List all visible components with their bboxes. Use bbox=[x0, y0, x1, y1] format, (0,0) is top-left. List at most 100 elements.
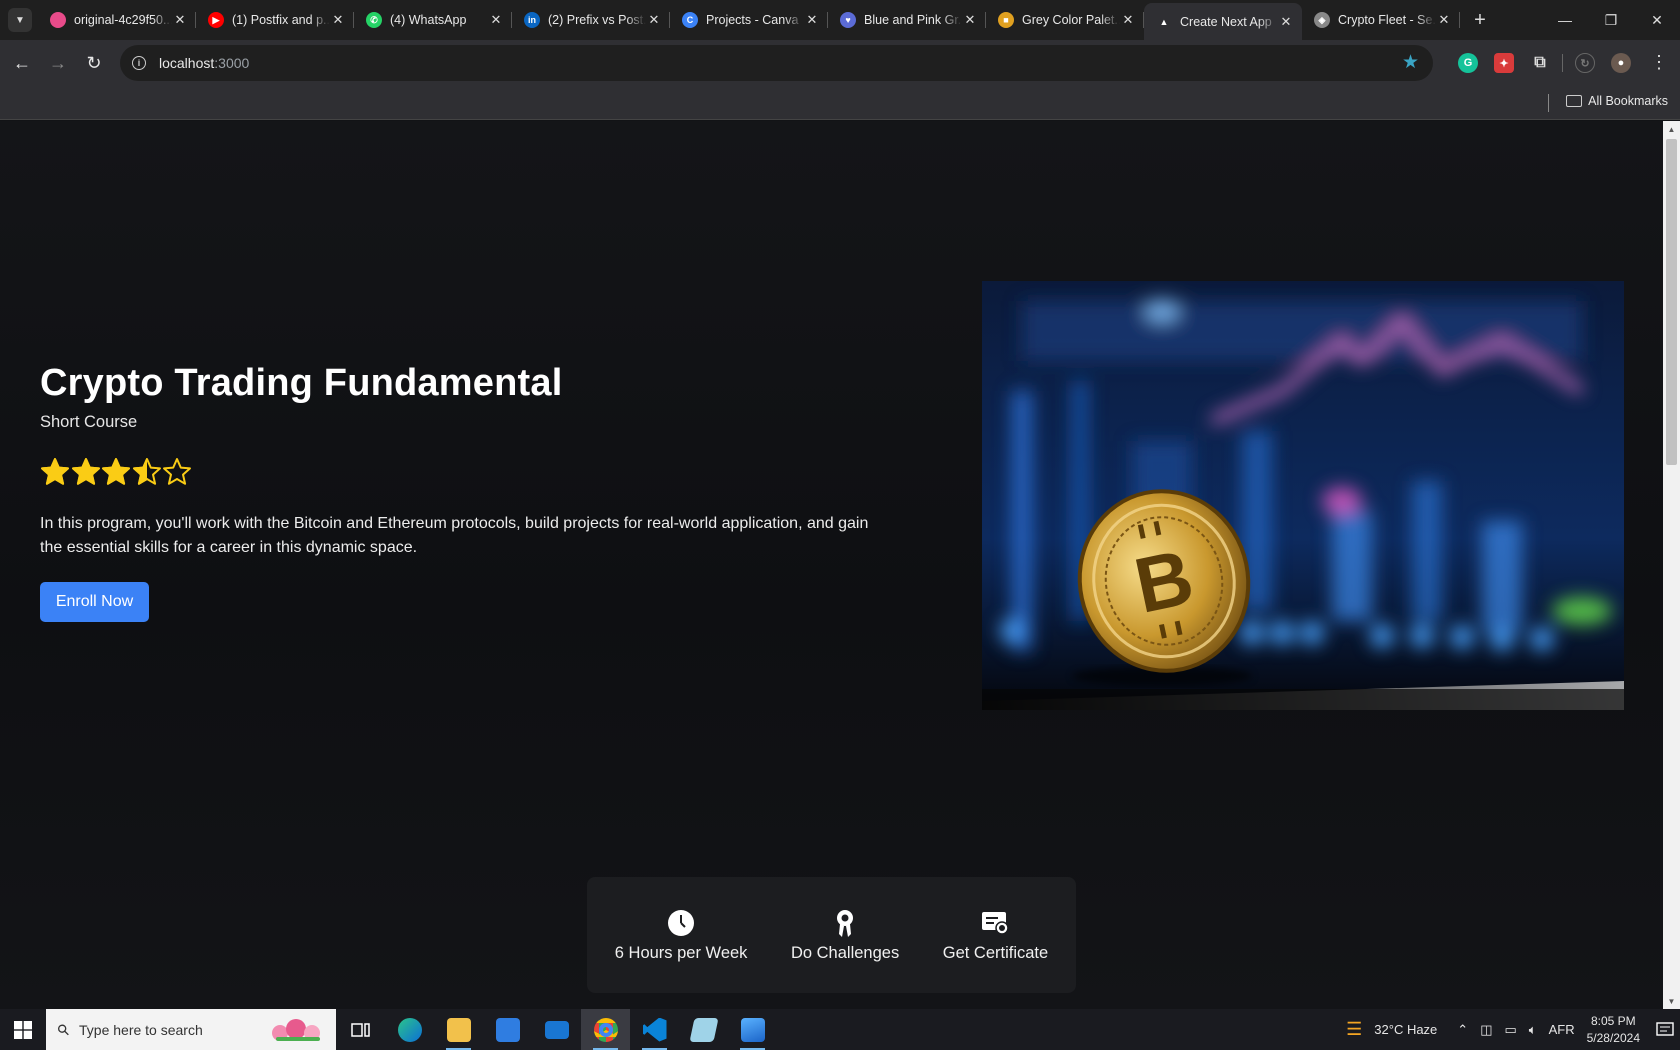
edge-icon bbox=[397, 1017, 422, 1042]
star-empty-icon bbox=[163, 458, 191, 485]
back-button[interactable]: ← bbox=[4, 45, 40, 81]
browser-tab[interactable]: C Projects - Canva ✕ bbox=[670, 3, 828, 37]
notepad-icon bbox=[688, 1017, 719, 1042]
forward-button[interactable]: → bbox=[40, 45, 76, 81]
windows-start-button[interactable] bbox=[0, 1009, 46, 1050]
meet-now-icon[interactable]: ◫ bbox=[1480, 1022, 1492, 1038]
chevron-up-icon[interactable]: ⌃ bbox=[1457, 1022, 1468, 1038]
notification-center-icon[interactable] bbox=[1650, 1009, 1680, 1050]
close-window-button[interactable]: ✕ bbox=[1634, 0, 1680, 40]
browser-menu-icon[interactable]: ⋮ bbox=[1650, 52, 1668, 73]
reload-button[interactable]: ↻ bbox=[76, 45, 112, 81]
puzzle-extensions-icon[interactable]: ⧉ bbox=[1530, 53, 1550, 73]
star-filled-icon bbox=[71, 458, 100, 485]
tab-close-icon[interactable]: ✕ bbox=[1120, 12, 1136, 28]
tab-title: (1) Postfix and p... bbox=[232, 13, 330, 27]
taskbar-vscode[interactable] bbox=[630, 1009, 679, 1050]
taskbar-file-explorer[interactable] bbox=[434, 1009, 483, 1050]
tab-favicon-icon: ▲ bbox=[1159, 16, 1169, 27]
page-scrollbar[interactable]: ▲ ▼ bbox=[1663, 121, 1680, 1009]
address-bar[interactable]: i localhost:3000 ★ bbox=[120, 45, 1433, 81]
tab-close-icon[interactable]: ✕ bbox=[1278, 14, 1294, 30]
taskbar-edge[interactable] bbox=[385, 1009, 434, 1050]
browser-tab[interactable]: ▲ Create Next App ✕ bbox=[1144, 3, 1302, 40]
folder-icon bbox=[446, 1017, 471, 1042]
browser-tab[interactable]: ■ Grey Color Palet... ✕ bbox=[986, 3, 1144, 37]
network-icon[interactable]: ▭ bbox=[1505, 1022, 1517, 1038]
taskbar-chrome[interactable] bbox=[581, 1009, 630, 1050]
task-view-icon bbox=[350, 1022, 370, 1037]
browser-tab[interactable]: ♥ Blue and Pink Gr... ✕ bbox=[828, 3, 986, 37]
task-view-button[interactable] bbox=[336, 1009, 385, 1050]
browser-tab[interactable]: ◈ Crypto Fleet - Se... ✕ bbox=[1302, 3, 1460, 37]
volume-icon[interactable]: 🔈︎ bbox=[1529, 1022, 1537, 1038]
grammarly-icon[interactable]: G bbox=[1458, 53, 1478, 73]
url-text: localhost:3000 bbox=[159, 55, 249, 71]
tab-favicon-icon: ♥ bbox=[840, 12, 856, 28]
tab-favicon-icon: ▶ bbox=[208, 12, 224, 28]
language-indicator[interactable]: AFR bbox=[1549, 1022, 1575, 1037]
profile-sync-icon[interactable]: ↻ bbox=[1575, 53, 1595, 73]
browser-tab[interactable]: ▶ (1) Postfix and p... ✕ bbox=[196, 3, 354, 37]
tab-close-icon[interactable]: ✕ bbox=[646, 12, 662, 28]
feature-label: 6 Hours per Week bbox=[614, 943, 748, 962]
notification-icon bbox=[1656, 1021, 1674, 1036]
extension-icon-red[interactable]: ✦ bbox=[1494, 53, 1514, 73]
search-icon: ⚲ bbox=[53, 1019, 74, 1040]
tab-search-button[interactable]: ▼ bbox=[8, 8, 32, 32]
clock-icon bbox=[666, 908, 696, 938]
scroll-up-arrow-icon[interactable]: ▲ bbox=[1663, 121, 1680, 137]
feature-item: 6 Hours per Week bbox=[614, 908, 748, 963]
browser-tab[interactable]: in (2) Prefix vs Post... ✕ bbox=[512, 3, 670, 37]
tab-close-icon[interactable]: ✕ bbox=[330, 12, 346, 28]
url-port: :3000 bbox=[214, 55, 250, 71]
tab-close-icon[interactable]: ✕ bbox=[962, 12, 978, 28]
site-info-icon[interactable]: i bbox=[132, 56, 146, 70]
weather-haze-icon[interactable]: ☰ bbox=[1346, 1019, 1362, 1040]
taskbar-notepad[interactable] bbox=[679, 1009, 728, 1050]
tab-close-icon[interactable]: ✕ bbox=[804, 12, 820, 28]
restore-button[interactable]: ❐ bbox=[1588, 0, 1634, 40]
windows-logo-icon bbox=[14, 1020, 32, 1039]
browser-tab-strip: ▼ original-4c29f50... ✕ ▶ (1) Postfix and p… bbox=[0, 0, 1680, 40]
tab-close-icon[interactable]: ✕ bbox=[488, 12, 504, 28]
scroll-down-arrow-icon[interactable]: ▼ bbox=[1663, 993, 1680, 1009]
clock-date: 5/28/2024 bbox=[1586, 1030, 1640, 1045]
medal-icon bbox=[830, 908, 860, 938]
star-half-icon bbox=[132, 458, 161, 485]
course-description: In this program, you'll work with the Bi… bbox=[40, 515, 869, 556]
all-bookmarks-button[interactable]: All Bookmarks bbox=[1566, 94, 1668, 108]
tab-favicon-icon: in bbox=[524, 12, 540, 28]
browser-tab[interactable]: ✆ (4) WhatsApp ✕ bbox=[354, 3, 512, 37]
bitcoin-hero-image: B bbox=[982, 281, 1624, 710]
taskbar-mail[interactable] bbox=[532, 1009, 581, 1050]
weather-text[interactable]: 32°C Haze bbox=[1374, 1022, 1437, 1037]
taskbar-store[interactable] bbox=[483, 1009, 532, 1050]
all-bookmarks-label: All Bookmarks bbox=[1588, 94, 1668, 108]
search-highlight-illustration-icon bbox=[272, 1019, 320, 1041]
window-controls: — ❐ ✕ bbox=[1542, 0, 1680, 40]
windows-taskbar: ⚲ Type here to search ☰ 32°C Haze ⌃ ◫ ▭ … bbox=[0, 1009, 1680, 1050]
minimize-button[interactable]: — bbox=[1542, 0, 1588, 40]
star-filled-icon bbox=[102, 458, 130, 485]
browser-tab[interactable]: original-4c29f50... ✕ bbox=[38, 3, 196, 37]
tab-title: (2) Prefix vs Post... bbox=[548, 13, 646, 27]
clock-time: 8:05 PM bbox=[1590, 1013, 1636, 1028]
tab-favicon-icon: ■ bbox=[998, 12, 1014, 28]
tab-close-icon[interactable]: ✕ bbox=[1436, 12, 1452, 28]
url-host: localhost bbox=[159, 55, 215, 71]
chrome-icon bbox=[593, 1017, 618, 1042]
tab-close-icon[interactable]: ✕ bbox=[172, 12, 188, 28]
enroll-now-button[interactable]: Enroll Now bbox=[40, 582, 149, 622]
divider bbox=[1548, 94, 1549, 112]
divider bbox=[1562, 54, 1563, 72]
tab-title: Crypto Fleet - Se... bbox=[1338, 13, 1436, 27]
taskbar-search-input[interactable]: ⚲ Type here to search bbox=[46, 1009, 336, 1050]
bookmark-star-icon[interactable]: ★ bbox=[1402, 53, 1419, 73]
clock[interactable]: 8:05 PM 5/28/2024 bbox=[1587, 1013, 1640, 1047]
scroll-thumb[interactable] bbox=[1666, 139, 1677, 465]
taskbar-photos[interactable] bbox=[728, 1009, 777, 1050]
new-tab-button[interactable]: + bbox=[1466, 6, 1494, 34]
star-rating bbox=[40, 457, 193, 487]
avatar[interactable]: ● bbox=[1611, 53, 1631, 73]
